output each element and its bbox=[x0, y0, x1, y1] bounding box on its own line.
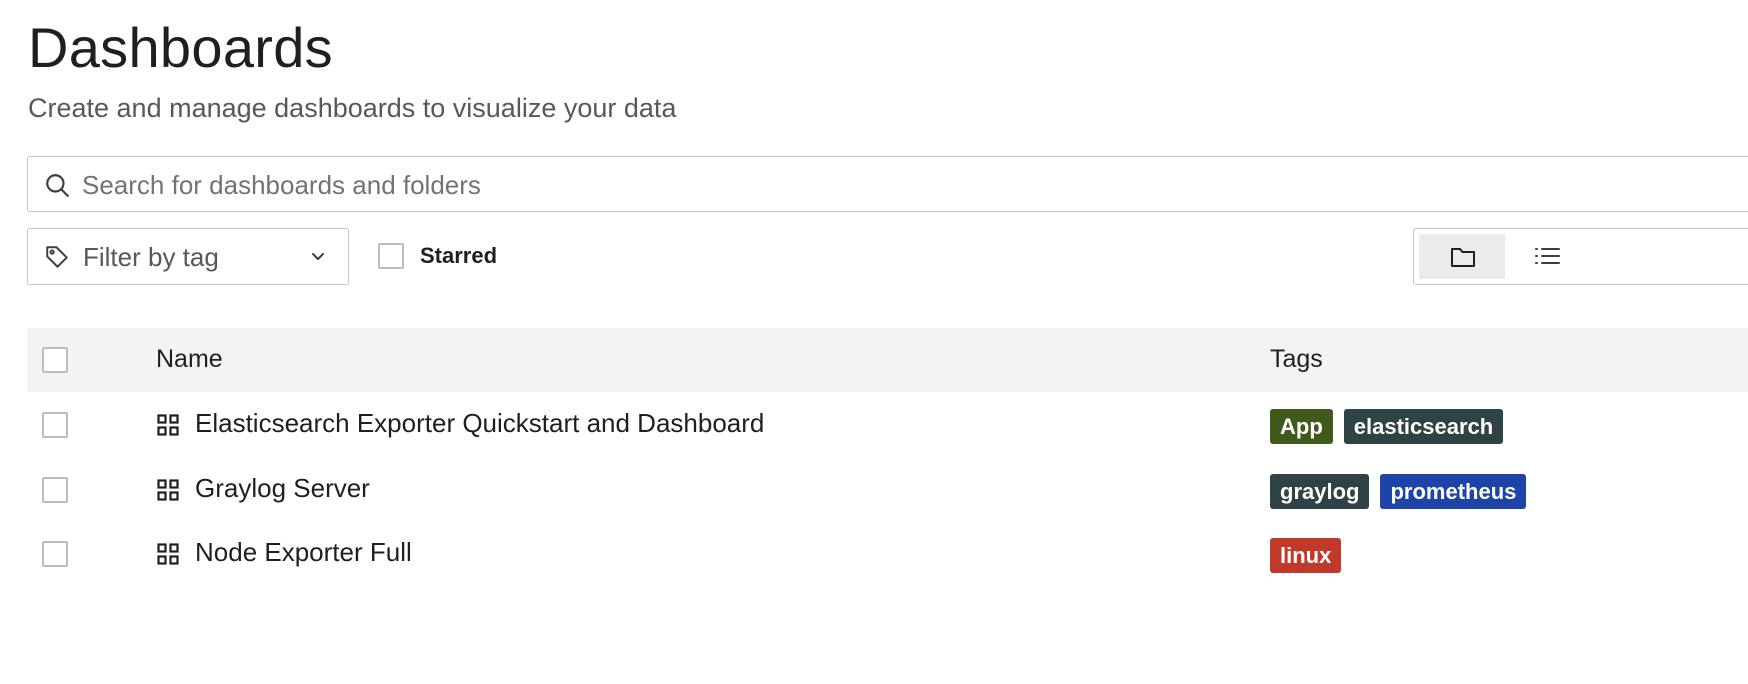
row-checkbox[interactable] bbox=[42, 412, 68, 438]
chevron-down-icon bbox=[312, 253, 324, 260]
search-input[interactable] bbox=[80, 165, 1584, 205]
table-row[interactable]: Elasticsearch Exporter Quickstart and Da… bbox=[27, 393, 1748, 458]
list-view-icon[interactable] bbox=[1534, 245, 1560, 267]
column-header-tags: Tags bbox=[1270, 345, 1323, 373]
tag-badge[interactable]: linux bbox=[1270, 538, 1342, 573]
dashboard-name-link[interactable]: Elasticsearch Exporter Quickstart and Da… bbox=[195, 408, 764, 439]
search-bar[interactable] bbox=[27, 156, 1748, 212]
dashboard-name-link[interactable]: Node Exporter Full bbox=[195, 537, 412, 568]
dashboard-grid-icon bbox=[157, 543, 179, 565]
starred-label: Starred bbox=[420, 243, 498, 268]
table-row[interactable]: Graylog Server graylog prometheus bbox=[27, 458, 1748, 523]
page-title: Dashboards bbox=[28, 16, 333, 79]
tag-badge[interactable]: prometheus bbox=[1380, 474, 1527, 509]
row-checkbox[interactable] bbox=[42, 541, 68, 567]
column-header-name: Name bbox=[156, 345, 223, 373]
dashboards-page: Dashboards Create and manage dashboards … bbox=[0, 0, 1748, 684]
view-toggle bbox=[1413, 228, 1748, 285]
search-icon bbox=[46, 174, 69, 197]
row-checkbox[interactable] bbox=[42, 477, 68, 503]
dashboard-grid-icon bbox=[157, 414, 179, 436]
page-subtitle: Create and manage dashboards to visualiz… bbox=[28, 93, 677, 123]
tag-list: linux bbox=[1270, 538, 1342, 573]
tag-icon bbox=[46, 246, 68, 268]
starred-checkbox[interactable] bbox=[378, 243, 404, 269]
tag-badge[interactable]: App bbox=[1270, 409, 1333, 444]
select-all-checkbox[interactable] bbox=[42, 347, 68, 373]
tag-filter-label: Filter by tag bbox=[83, 242, 219, 272]
tag-badge[interactable]: elasticsearch bbox=[1343, 409, 1504, 444]
dashboard-grid-icon bbox=[157, 479, 179, 501]
table-row[interactable]: Node Exporter Full linux bbox=[27, 522, 1748, 587]
tag-list: App elasticsearch bbox=[1270, 409, 1504, 444]
tag-badge[interactable]: graylog bbox=[1270, 474, 1370, 509]
tag-list: graylog prometheus bbox=[1270, 474, 1527, 509]
folder-view-button[interactable] bbox=[1419, 234, 1505, 279]
starred-filter[interactable]: Starred bbox=[378, 243, 497, 269]
folder-icon bbox=[1451, 248, 1475, 267]
table-header: Name Tags bbox=[27, 328, 1748, 392]
dashboard-name-link[interactable]: Graylog Server bbox=[195, 473, 370, 504]
tag-filter-select[interactable]: Filter by tag bbox=[27, 228, 349, 285]
